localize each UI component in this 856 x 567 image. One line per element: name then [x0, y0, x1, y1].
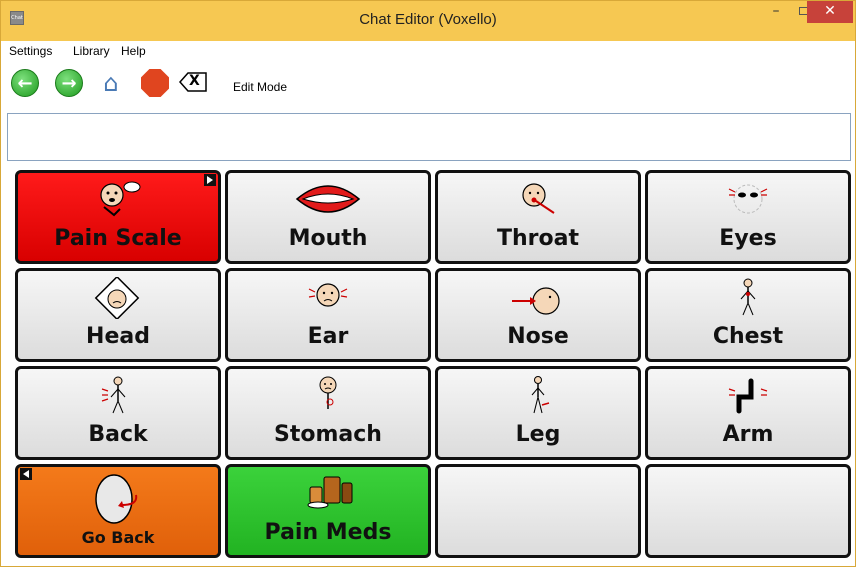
pain-scale-face-icon: [100, 181, 141, 217]
stop-button[interactable]: [141, 69, 169, 97]
clear-button[interactable]: X: [178, 72, 207, 92]
button-label: Back: [88, 422, 148, 447]
arm-icon: [728, 378, 768, 414]
back-link-indicator-icon: [20, 468, 32, 480]
forward-arrow-icon: →: [55, 69, 83, 97]
back-button[interactable]: ←: [11, 69, 39, 97]
button-label: Mouth: [288, 226, 368, 251]
button-label: Leg: [515, 422, 561, 447]
chest-icon: [740, 278, 756, 316]
title-bar[interactable]: Chat Chat Editor (Voxello) – ✕: [1, 1, 855, 41]
clear-glyph: X: [189, 73, 200, 89]
leg-icon: [531, 376, 550, 414]
window-title: Chat Editor (Voxello): [359, 11, 497, 28]
button-label: Head: [86, 324, 150, 349]
button-throat[interactable]: Throat: [435, 170, 641, 264]
button-eyes[interactable]: Eyes: [645, 170, 851, 264]
button-go-back[interactable]: Go Back: [15, 464, 221, 558]
button-chest[interactable]: Chest: [645, 268, 851, 362]
back-arrow-icon: ←: [11, 69, 39, 97]
button-label: Stomach: [274, 422, 382, 447]
stomach-icon: [319, 376, 337, 409]
menu-library[interactable]: Library: [73, 44, 110, 58]
button-label: Pain Meds: [264, 520, 392, 545]
mouth-icon: [295, 185, 361, 213]
button-label: Throat: [497, 226, 579, 251]
ear-icon: [308, 283, 348, 307]
button-pain-meds[interactable]: Pain Meds: [225, 464, 431, 558]
menu-settings[interactable]: Settings: [9, 44, 52, 58]
button-label: Go Back: [81, 528, 155, 547]
menu-help[interactable]: Help: [121, 44, 146, 58]
minimize-button[interactable]: –: [763, 1, 789, 23]
back-body-icon: [101, 376, 126, 414]
button-nose[interactable]: Nose: [435, 268, 641, 362]
button-stomach[interactable]: Stomach: [225, 366, 431, 460]
go-back-icon: [95, 474, 138, 524]
pain-meds-icon: [307, 476, 353, 509]
button-empty-1[interactable]: [435, 464, 641, 558]
head-icon: [94, 277, 140, 319]
button-label: Arm: [722, 422, 774, 447]
toolbar: ← → ⌂ X Edit Mode: [7, 62, 851, 110]
button-label: Chest: [712, 324, 784, 349]
button-ear[interactable]: Ear: [225, 268, 431, 362]
menu-bar: Settings Library Help: [7, 41, 851, 61]
home-button[interactable]: ⌂: [97, 69, 125, 97]
close-button[interactable]: ✕: [807, 1, 853, 23]
mode-label: Edit Mode: [233, 80, 288, 94]
button-arm[interactable]: Arm: [645, 366, 851, 460]
forward-button[interactable]: →: [55, 69, 83, 97]
button-head[interactable]: Head: [15, 268, 221, 362]
message-bar[interactable]: [7, 113, 851, 161]
button-mouth[interactable]: Mouth: [225, 170, 431, 264]
stop-icon: [141, 69, 169, 97]
app-window: Chat Chat Editor (Voxello) – ✕ Settings …: [0, 0, 856, 567]
button-label: Ear: [307, 324, 349, 349]
nose-icon: [512, 287, 560, 315]
vocab-grid: Pain Scale Mouth Throat Eyes Head Ear No…: [13, 168, 853, 564]
button-leg[interactable]: Leg: [435, 366, 641, 460]
button-back[interactable]: Back: [15, 366, 221, 460]
throat-icon: [522, 183, 555, 214]
button-empty-2[interactable]: [645, 464, 851, 558]
button-pain-scale[interactable]: Pain Scale: [15, 170, 221, 264]
button-label: Eyes: [719, 226, 777, 251]
link-indicator-icon: [204, 174, 216, 186]
eyes-icon: [728, 184, 768, 214]
button-label: Pain Scale: [54, 226, 182, 251]
button-label: Nose: [507, 324, 569, 349]
home-icon: ⌂: [103, 69, 119, 97]
